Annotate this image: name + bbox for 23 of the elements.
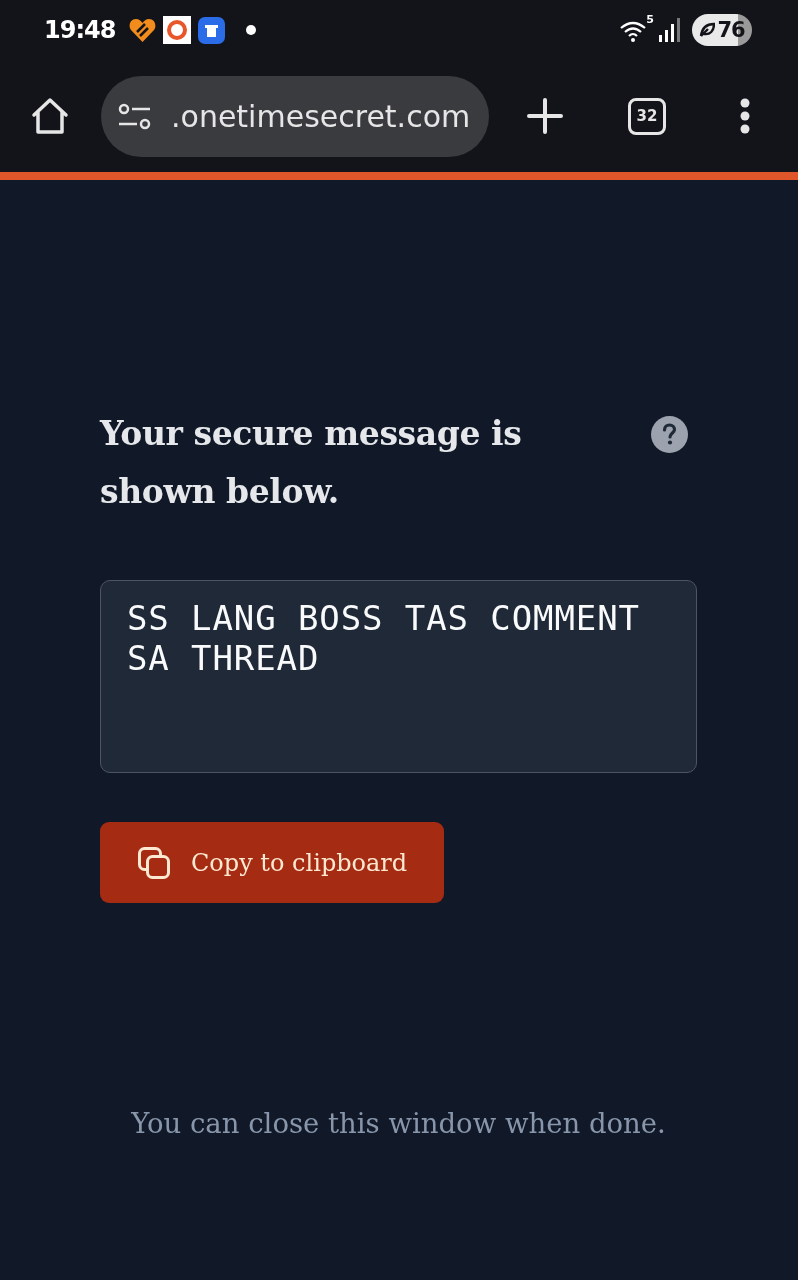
help-button[interactable]	[651, 416, 688, 453]
copy-to-clipboard-button[interactable]: Copy to clipboard	[100, 822, 444, 903]
ring-app-icon	[163, 16, 192, 44]
closing-note: You can close this window when done.	[130, 1106, 667, 1141]
leaf-icon	[699, 22, 716, 38]
page-heading: Your secure message is shown below.	[100, 413, 523, 513]
box-app-icon	[198, 16, 226, 44]
new-tab-button[interactable]	[527, 98, 563, 134]
heart-app-icon	[129, 17, 157, 43]
status-time: 19:48	[44, 16, 116, 44]
more-menu-button[interactable]	[739, 98, 751, 134]
notification-dot-icon	[246, 25, 257, 35]
tab-switcher-button[interactable]: 32	[628, 97, 666, 135]
signal-icon	[658, 18, 680, 42]
copy-icon	[138, 846, 170, 879]
network-type-label: 5	[646, 14, 654, 26]
url-text: .onetimesecret.com	[171, 98, 471, 134]
site-settings-icon[interactable]	[118, 102, 151, 130]
wifi-icon	[620, 20, 646, 42]
home-button[interactable]	[30, 97, 70, 135]
secret-message-field[interactable]: SS LANG BOSS TAS COMMENT SA THREAD	[100, 580, 697, 773]
battery-percentage: 76	[717, 18, 745, 42]
address-bar[interactable]: .onetimesecret.com	[101, 75, 489, 157]
